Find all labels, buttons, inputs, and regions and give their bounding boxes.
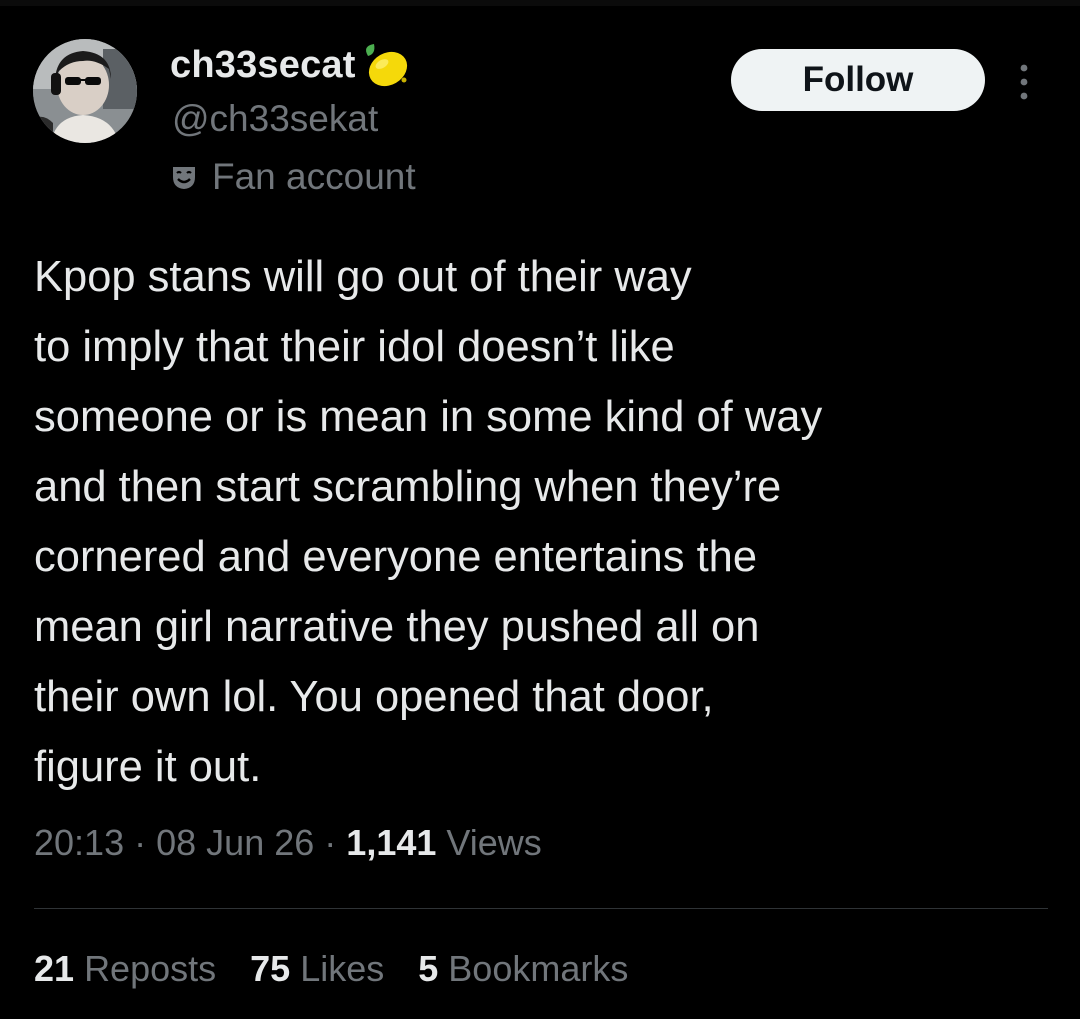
meta-separator: · [324,822,337,863]
reposts-count: 21 [34,948,75,989]
reposts-label: Reposts [84,948,217,989]
views-label[interactable]: Views [446,822,541,863]
likes-label: Likes [300,948,385,989]
user-handle[interactable]: @ch33sekat [172,98,378,140]
account-label: Fan account [212,156,416,197]
tweet-meta: 20:13 · 08 Jun 26 · 1,141 Views [34,822,542,864]
bookmarks-count: 5 [418,948,439,989]
meta-separator: · [134,822,147,863]
top-border [0,0,1080,6]
account-label-row: Fan account [170,156,416,198]
lemon-icon [358,42,412,88]
avatar-photo [33,39,137,143]
bookmarks-stat[interactable]: 5 Bookmarks [418,948,628,990]
reposts-stat[interactable]: 21 Reposts [34,948,216,990]
engagement-stats: 21 Reposts 75 Likes 5 Bookmarks [34,948,628,990]
tweet-date[interactable]: 08 Jun 26 [156,822,314,863]
display-name[interactable]: ch33secat [170,44,356,87]
bookmarks-label: Bookmarks [448,948,629,989]
mask-icon [170,163,198,191]
follow-button[interactable]: Follow [731,49,985,111]
avatar[interactable] [33,39,137,143]
tweet-time[interactable]: 20:13 [34,822,124,863]
likes-count: 75 [250,948,291,989]
vertical-ellipsis-icon[interactable] [1012,62,1036,102]
tweet-text: Kpop stans will go out of their way to i… [34,253,823,791]
name-row: ch33secat [170,42,412,88]
likes-stat[interactable]: 75 Likes [250,948,384,990]
views-count: 1,141 [346,822,437,863]
divider [34,908,1048,909]
